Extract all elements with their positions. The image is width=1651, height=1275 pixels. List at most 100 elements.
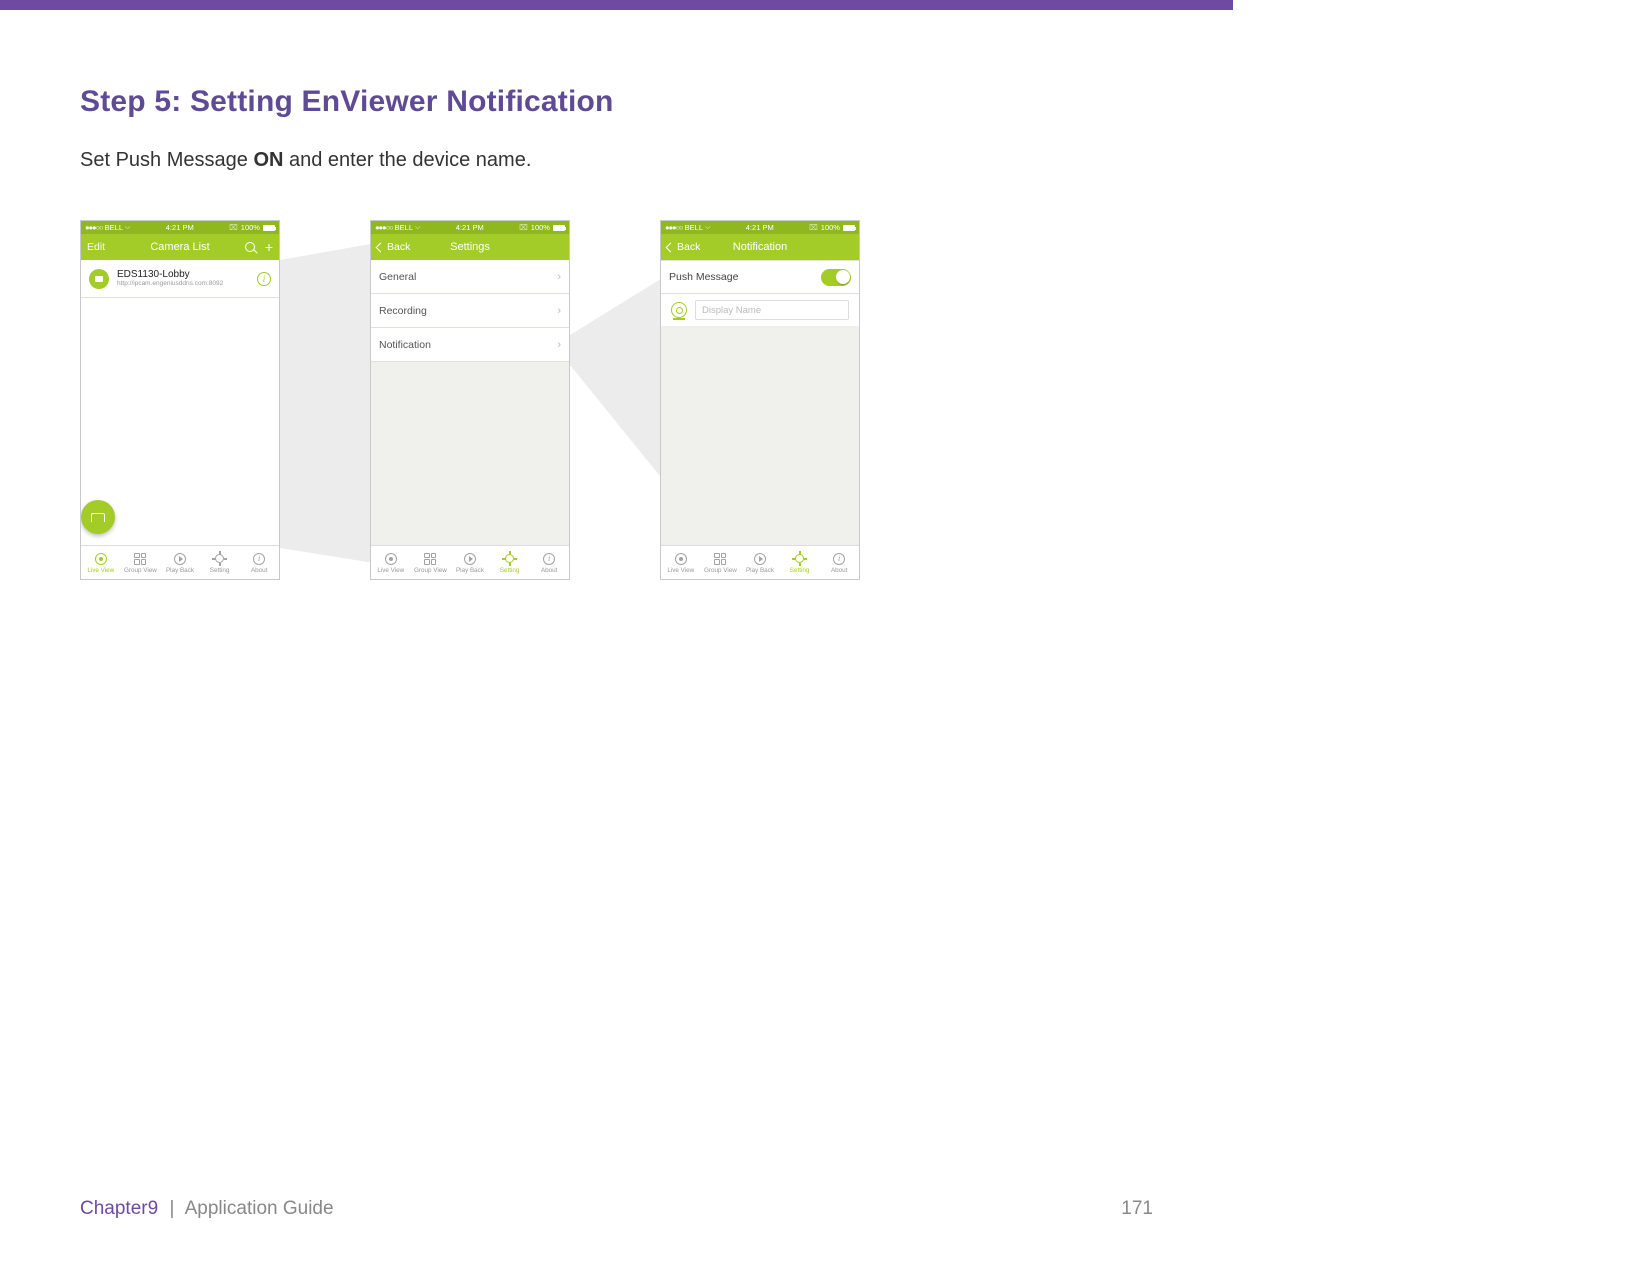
tab-group-view[interactable]: Group View [701,546,741,579]
add-icon[interactable]: + [265,242,273,252]
bluetooth-icon: ⌧ [229,223,238,232]
carrier-label: BELL [395,223,413,232]
tabbar: Live View Group View Play Back Setting A… [81,545,279,579]
tab-about[interactable]: About [239,546,279,579]
signal-dots-icon: ●●●○○ [665,223,683,232]
page-number: 171 [1121,1198,1153,1220]
page-content: Step 5: Setting EnViewer Notification Se… [0,10,1233,1275]
chevron-right-icon: › [557,271,561,283]
push-message-toggle[interactable] [821,269,851,286]
statusbar: ●●●○○ BELL ⌵ 4:21 PM ⌧ 100% [81,221,279,234]
navbar-camera-list: Edit Camera List + [81,234,279,260]
carrier-label: BELL [105,223,123,232]
statusbar: ●●●○○ BELL ⌵ 4:21 PM ⌧ 100% [661,221,859,234]
step-heading: Step 5: Setting EnViewer Notification [80,85,1153,119]
chevron-left-icon [666,242,676,252]
tab-about[interactable]: About [529,546,569,579]
group-view-icon [424,553,436,565]
display-name-input[interactable]: Display Name [695,300,849,320]
phones-row: ●●●○○ BELL ⌵ 4:21 PM ⌧ 100% Edit Camera … [80,220,1153,580]
chevron-left-icon [376,242,386,252]
camera-thumb-icon [89,269,109,289]
camera-row[interactable]: EDS1130-Lobby http://ipcam.engeniusddns.… [81,260,279,298]
chevron-right-icon: › [557,305,561,317]
camera-badge-icon [671,302,687,318]
navbar-notification: Back Notification [661,234,859,260]
about-icon [543,553,555,565]
settings-row-notification[interactable]: Notification › [371,328,569,362]
battery-icon [843,225,855,231]
tab-setting[interactable]: Setting [200,546,240,579]
edit-button[interactable]: Edit [87,241,105,253]
battery-icon [553,225,565,231]
tab-about[interactable]: About [819,546,859,579]
about-icon [253,553,265,565]
notification-content: Push Message Display Name [661,260,859,545]
bluetooth-icon: ⌧ [809,223,818,232]
info-icon[interactable]: i [257,272,271,286]
search-icon[interactable] [245,242,255,252]
settings-row-general[interactable]: General › [371,260,569,294]
bluetooth-icon: ⌧ [519,223,528,232]
camera-list-content: EDS1130-Lobby http://ipcam.engeniusddns.… [81,260,279,545]
settings-row-recording[interactable]: Recording › [371,294,569,328]
camera-url: http://ipcam.engeniusddns.com:8092 [117,281,249,288]
gear-icon [794,553,806,565]
navbar-settings: Back Settings [371,234,569,260]
carrier-label: BELL [685,223,703,232]
chevron-right-icon: › [557,339,561,351]
desc-post: and enter the device name. [283,149,531,171]
live-view-icon [675,553,687,565]
live-view-icon [385,553,397,565]
play-back-icon [464,553,476,565]
scan-fab-button[interactable] [81,500,115,534]
tab-group-view[interactable]: Group View [121,546,161,579]
battery-percent: 100% [531,223,550,232]
tab-live-view[interactable]: Live View [371,546,411,579]
footer-section: Application Guide [185,1198,334,1219]
status-time: 4:21 PM [746,223,774,232]
footer-breadcrumb: Chapter9 | Application Guide [80,1198,334,1220]
about-icon [833,553,845,565]
back-button[interactable]: Back [667,241,700,253]
tab-play-back[interactable]: Play Back [450,546,490,579]
phone-settings: ●●●○○ BELL ⌵ 4:21 PM ⌧ 100% Back Setting… [370,220,570,580]
settings-content: General › Recording › Notification › [371,260,569,545]
tab-live-view[interactable]: Live View [81,546,121,579]
push-message-label: Push Message [669,271,738,283]
camera-name: EDS1130-Lobby [117,270,249,280]
page-footer: Chapter9 | Application Guide 171 [80,1198,1153,1220]
battery-percent: 100% [241,223,260,232]
tabbar: Live View Group View Play Back Setting A… [371,545,569,579]
signal-dots-icon: ●●●○○ [85,223,103,232]
statusbar: ●●●○○ BELL ⌵ 4:21 PM ⌧ 100% [371,221,569,234]
wifi-icon: ⌵ [415,224,420,232]
footer-sep: | [169,1198,174,1219]
tab-play-back[interactable]: Play Back [160,546,200,579]
gear-icon [214,553,226,565]
group-view-icon [134,553,146,565]
play-back-icon [174,553,186,565]
wifi-icon: ⌵ [125,224,130,232]
tab-group-view[interactable]: Group View [411,546,451,579]
wifi-icon: ⌵ [705,224,710,232]
desc-pre: Set Push Message [80,149,253,171]
push-message-row: Push Message [661,260,859,294]
battery-icon [263,225,275,231]
status-time: 4:21 PM [456,223,484,232]
play-back-icon [754,553,766,565]
footer-chapter: Chapter9 [80,1198,158,1219]
tab-play-back[interactable]: Play Back [740,546,780,579]
display-name-row: Display Name [661,294,859,326]
back-button[interactable]: Back [377,241,410,253]
signal-dots-icon: ●●●○○ [375,223,393,232]
group-view-icon [714,553,726,565]
battery-percent: 100% [821,223,840,232]
tab-setting[interactable]: Setting [780,546,820,579]
phone-camera-list: ●●●○○ BELL ⌵ 4:21 PM ⌧ 100% Edit Camera … [80,220,280,580]
live-view-icon [95,553,107,565]
step-description: Set Push Message ON and enter the device… [80,149,1153,172]
tab-setting[interactable]: Setting [490,546,530,579]
tab-live-view[interactable]: Live View [661,546,701,579]
status-time: 4:21 PM [166,223,194,232]
